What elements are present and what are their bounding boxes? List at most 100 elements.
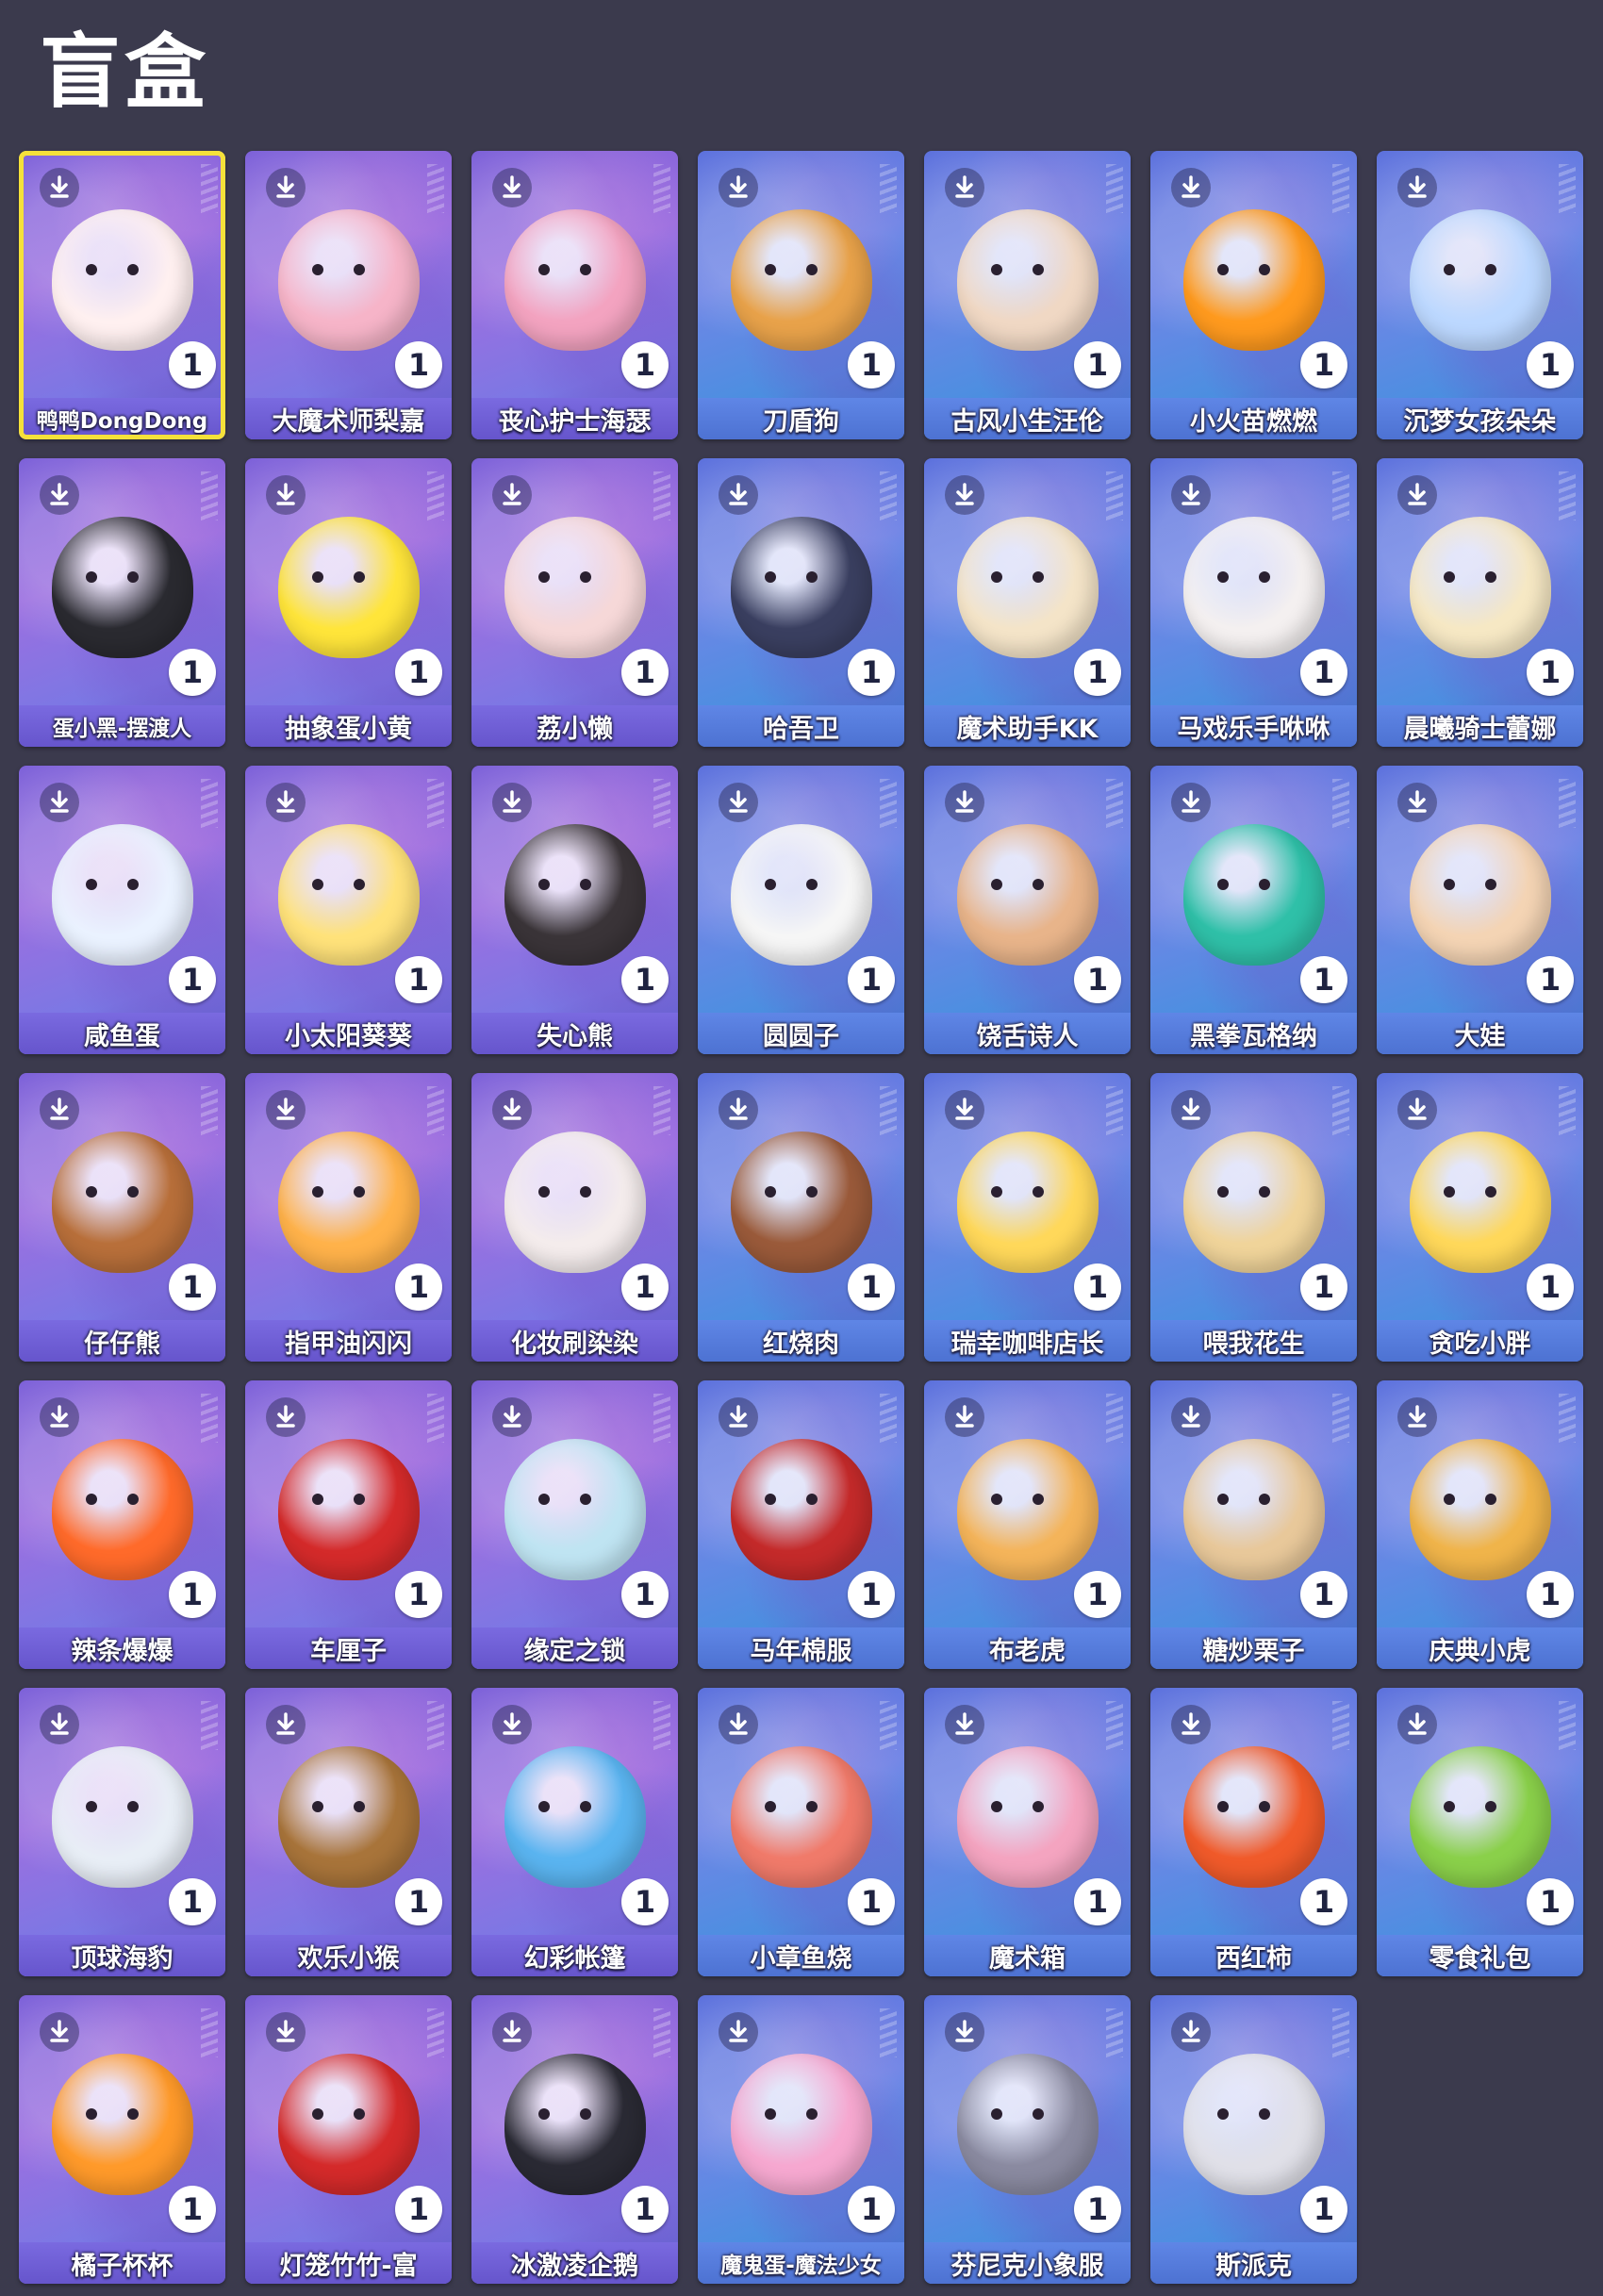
blind-box-card[interactable]: 1 灯笼竹竹-富 [245,1995,452,2284]
download-icon[interactable] [40,1705,79,1744]
blind-box-card[interactable]: 1 魔鬼蛋-魔法少女 [698,1995,904,2284]
card-corner-stripe [1106,1394,1123,1443]
download-icon[interactable] [719,1705,758,1744]
blind-box-card[interactable]: 1 荔小懒 [471,458,678,747]
download-icon[interactable] [492,1397,532,1437]
blind-box-card[interactable]: 1 贪吃小胖 [1377,1073,1583,1362]
download-icon[interactable] [266,783,306,822]
download-icon[interactable] [1171,1397,1211,1437]
download-icon[interactable] [1171,2012,1211,2052]
blind-box-card[interactable]: 1 大魔术师梨嘉 [245,151,452,439]
blind-box-card[interactable]: 1 黑拳瓦格纳 [1150,766,1357,1054]
download-icon[interactable] [945,783,984,822]
download-icon[interactable] [1397,1705,1437,1744]
download-icon[interactable] [719,1090,758,1130]
blind-box-card[interactable]: 1 冰激凌企鹅 [471,1995,678,2284]
download-icon[interactable] [945,475,984,515]
download-icon[interactable] [492,1090,532,1130]
blind-box-card[interactable]: 1 辣条爆爆 [19,1380,225,1669]
download-icon[interactable] [40,168,79,207]
blind-box-card[interactable]: 1 魔术助手KK [924,458,1131,747]
blind-box-card[interactable]: 1 顶球海豹 [19,1688,225,1976]
blind-box-card[interactable]: 1 小章鱼烧 [698,1688,904,1976]
name-bar: 刀盾狗 [698,398,904,439]
download-icon[interactable] [1397,1397,1437,1437]
blind-box-card[interactable]: 1 小火苗燃燃 [1150,151,1357,439]
blind-box-card[interactable]: 1 斯派克 [1150,1995,1357,2284]
blind-box-card[interactable]: 1 马年棉服 [698,1380,904,1669]
blind-box-card[interactable]: 1 化妆刷染染 [471,1073,678,1362]
download-icon[interactable] [945,1397,984,1437]
download-icon[interactable] [945,1705,984,1744]
blind-box-card[interactable]: 1 缘定之锁 [471,1380,678,1669]
download-icon[interactable] [1171,783,1211,822]
download-icon[interactable] [945,1090,984,1130]
download-icon[interactable] [719,475,758,515]
download-icon[interactable] [492,2012,532,2052]
download-icon[interactable] [492,783,532,822]
download-icon[interactable] [1397,783,1437,822]
blind-box-card[interactable]: 1 马戏乐手咻咻 [1150,458,1357,747]
blind-box-card[interactable]: 1 喂我花生 [1150,1073,1357,1362]
blind-box-card[interactable]: 1 指甲油闪闪 [245,1073,452,1362]
blind-box-card[interactable]: 1 魔术箱 [924,1688,1131,1976]
blind-box-card[interactable]: 1 欢乐小猴 [245,1688,452,1976]
blind-box-card[interactable]: 1 哈吾卫 [698,458,904,747]
download-icon[interactable] [719,2012,758,2052]
download-icon[interactable] [266,1397,306,1437]
blind-box-card[interactable]: 1 沉梦女孩朵朵 [1377,151,1583,439]
download-icon[interactable] [1397,168,1437,207]
blind-box-card[interactable]: 1 西红柿 [1150,1688,1357,1976]
download-icon[interactable] [492,475,532,515]
blind-box-card[interactable]: 1 糖炒栗子 [1150,1380,1357,1669]
blind-box-card[interactable]: 1 橘子杯杯 [19,1995,225,2284]
blind-box-card[interactable]: 1 饶舌诗人 [924,766,1131,1054]
download-icon[interactable] [40,475,79,515]
blind-box-card[interactable]: 1 红烧肉 [698,1073,904,1362]
character-figure [51,2054,193,2195]
blind-box-card[interactable]: 1 布老虎 [924,1380,1131,1669]
blind-box-card[interactable]: 1 蛋小黑-摆渡人 [19,458,225,747]
download-icon[interactable] [1397,1090,1437,1130]
blind-box-card[interactable]: 1 古风小生汪伦 [924,151,1131,439]
download-icon[interactable] [40,2012,79,2052]
blind-box-card[interactable]: 1 抽象蛋小黄 [245,458,452,747]
blind-box-card[interactable]: 1 小太阳葵葵 [245,766,452,1054]
blind-box-card[interactable]: 1 幻彩帐篷 [471,1688,678,1976]
blind-box-card[interactable]: 1 瑞幸咖啡店长 [924,1073,1131,1362]
download-icon[interactable] [1171,168,1211,207]
download-icon[interactable] [1171,1705,1211,1744]
download-icon[interactable] [492,168,532,207]
blind-box-card[interactable]: 1 庆典小虎 [1377,1380,1583,1669]
blind-box-card[interactable]: 1 咸鱼蛋 [19,766,225,1054]
download-icon[interactable] [40,1397,79,1437]
download-icon[interactable] [40,783,79,822]
card-corner-stripe [653,1394,670,1443]
blind-box-card[interactable]: 1 丧心护士海瑟 [471,151,678,439]
download-icon[interactable] [1171,1090,1211,1130]
blind-box-card[interactable]: 1 芬尼克小象服 [924,1995,1131,2284]
blind-box-card[interactable]: 1 刀盾狗 [698,151,904,439]
download-icon[interactable] [945,2012,984,2052]
download-icon[interactable] [266,475,306,515]
download-icon[interactable] [266,1705,306,1744]
download-icon[interactable] [1171,475,1211,515]
download-icon[interactable] [492,1705,532,1744]
download-icon[interactable] [719,783,758,822]
blind-box-card[interactable]: 1 零食礼包 [1377,1688,1583,1976]
download-icon[interactable] [266,1090,306,1130]
download-icon[interactable] [266,168,306,207]
blind-box-card[interactable]: 1 鸭鸭DongDong [19,151,225,439]
download-icon[interactable] [40,1090,79,1130]
blind-box-card[interactable]: 1 失心熊 [471,766,678,1054]
blind-box-card[interactable]: 1 大娃 [1377,766,1583,1054]
download-icon[interactable] [266,2012,306,2052]
download-icon[interactable] [945,168,984,207]
download-icon[interactable] [719,168,758,207]
download-icon[interactable] [1397,475,1437,515]
blind-box-card[interactable]: 1 晨曦骑士蕾娜 [1377,458,1583,747]
blind-box-card[interactable]: 1 仔仔熊 [19,1073,225,1362]
download-icon[interactable] [719,1397,758,1437]
blind-box-card[interactable]: 1 圆圆子 [698,766,904,1054]
blind-box-card[interactable]: 1 车厘子 [245,1380,452,1669]
